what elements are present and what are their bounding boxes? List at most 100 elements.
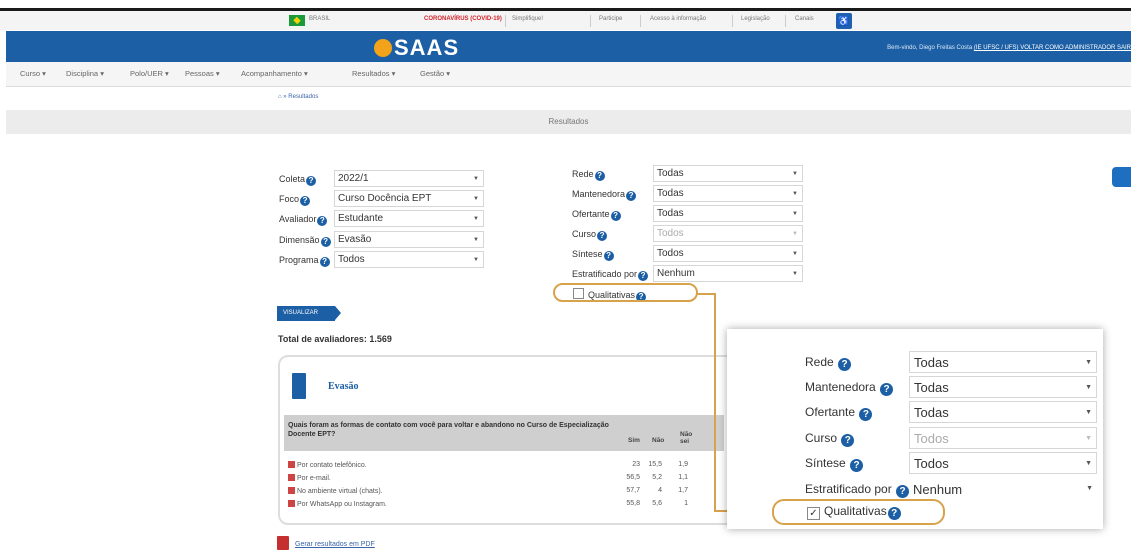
label-mantenedora: Mantenedora? <box>572 189 637 201</box>
nav-polo-uer[interactable]: Polo/UER ▾ <box>130 69 169 78</box>
select-ofertante[interactable]: Todas ▼ <box>653 205 803 222</box>
table-cell: 57,7 <box>626 487 640 494</box>
gov-link-acesso[interactable]: Acesso à informação <box>650 16 706 22</box>
accessibility-icon[interactable]: ♿ <box>836 13 852 29</box>
zoom-select-estratificado[interactable]: Nenhum ▼ <box>909 478 1097 500</box>
breadcrumb[interactable]: ⌂ » Resultados <box>278 94 318 100</box>
select-estratificado[interactable]: Nenhum ▼ <box>653 265 803 282</box>
column-header: Não sei <box>680 431 693 445</box>
site-header: SAAS Bem-vindo, Diego Freitas Costa (IE … <box>6 31 1131 62</box>
zoom-label-rede: Rede ? <box>805 355 852 371</box>
nav-pessoas[interactable]: Pessoas ▾ <box>185 69 220 78</box>
table-cell: 1 <box>684 500 688 507</box>
chevron-down-icon: ▼ <box>792 211 798 217</box>
zoom-select-rede[interactable]: Todas ▼ <box>909 351 1097 373</box>
welcome-links[interactable]: (IE UFSC / UFS) VOLTAR COMO ADMINISTRADO… <box>974 45 1131 51</box>
saas-logo[interactable]: SAAS <box>374 35 459 61</box>
highlight-callout <box>772 499 945 525</box>
connector-line <box>714 293 716 511</box>
help-icon[interactable]: ? <box>597 231 608 241</box>
table-cell: 5,6 <box>652 500 662 507</box>
gov-link-covid[interactable]: CORONAVÍRUS (COVID-19) <box>424 16 502 22</box>
select-rede[interactable]: Todas ▼ <box>653 165 803 182</box>
result-title: Evasão <box>328 381 359 392</box>
table-header: Quais foram as formas de contato com voc… <box>284 415 724 451</box>
door-icon <box>292 373 306 399</box>
label-sintese: Síntese? <box>572 249 614 261</box>
chevron-down-icon: ▼ <box>1086 485 1093 492</box>
help-icon[interactable]: ? <box>638 271 649 281</box>
page-title: Resultados <box>548 117 589 126</box>
chevron-down-icon: ▼ <box>473 257 479 263</box>
help-icon[interactable]: ? <box>306 176 317 186</box>
chevron-down-icon: ▼ <box>473 237 479 243</box>
chevron-down-icon: ▼ <box>473 176 479 182</box>
page-title-bar: Resultados <box>6 110 1131 134</box>
chevron-down-icon: ▼ <box>473 196 479 202</box>
nav-gestao[interactable]: Gestão ▾ <box>420 69 450 78</box>
zoom-select-ofertante[interactable]: Todas ▼ <box>909 401 1097 423</box>
help-icon[interactable]: ? <box>603 251 614 261</box>
help-icon[interactable]: ? <box>838 358 852 371</box>
chevron-down-icon: ▼ <box>1085 409 1092 416</box>
help-icon[interactable]: ? <box>859 408 873 421</box>
result-card: Evasão Quais foram as formas de contato … <box>278 355 738 525</box>
select-dimensao[interactable]: Evasão ▼ <box>334 231 484 248</box>
select-coleta[interactable]: 2022/1 ▼ <box>334 170 484 187</box>
select-avaliador[interactable]: Estudante ▼ <box>334 210 484 227</box>
label-curso: Curso? <box>572 229 608 241</box>
highlight-callout <box>553 283 698 302</box>
select-sintese[interactable]: Todos ▼ <box>653 245 803 262</box>
label-foco: Foco? <box>279 194 311 206</box>
pdf-link[interactable]: Gerar resultados em PDF <box>277 536 375 550</box>
visualizar-button[interactable]: VISUALIZAR <box>277 306 341 321</box>
zoom-select-mantenedora[interactable]: Todas ▼ <box>909 376 1097 398</box>
welcome-text: Bem-vindo, Diego Freitas Costa (IE UFSC … <box>887 45 1131 51</box>
select-mantenedora[interactable]: Todas ▼ <box>653 185 803 202</box>
zoom-select-curso: Todos ▼ <box>909 427 1097 449</box>
connector-line <box>697 293 715 295</box>
nav-disciplina[interactable]: Disciplina ▾ <box>66 69 104 78</box>
pdf-icon <box>277 536 289 550</box>
question-text: Quais foram as formas de contato com voc… <box>288 422 609 438</box>
table-row: Por WhatsApp ou Instagram. <box>288 500 387 508</box>
zoom-label-sintese: Síntese ? <box>805 456 864 472</box>
chevron-down-icon: ▼ <box>1085 435 1092 442</box>
help-icon[interactable]: ? <box>317 216 328 226</box>
nav-resultados[interactable]: Resultados ▾ <box>352 69 395 78</box>
help-icon[interactable]: ? <box>850 459 864 472</box>
table-cell: 15,5 <box>648 461 662 468</box>
table-cell: 23 <box>632 461 640 468</box>
chat-icon[interactable] <box>1112 167 1131 187</box>
gov-link-simplifique[interactable]: Simplifique! <box>512 16 543 22</box>
help-icon[interactable]: ? <box>319 257 330 267</box>
help-icon[interactable]: ? <box>896 485 910 498</box>
nav-acompanhamento[interactable]: Acompanhamento ▾ <box>241 69 308 78</box>
help-icon[interactable]: ? <box>841 434 855 447</box>
select-programa[interactable]: Todos ▼ <box>334 251 484 268</box>
brazil-flag-icon <box>289 15 305 26</box>
label-dimensao: Dimensão? <box>279 235 331 247</box>
column-header: Sim <box>628 437 640 444</box>
sun-logo-icon <box>374 39 392 57</box>
select-foco[interactable]: Curso Docência EPT ▼ <box>334 190 484 207</box>
table-row: Por contato telefônico. <box>288 461 367 469</box>
gov-link-canais[interactable]: Canais <box>795 16 814 22</box>
help-icon[interactable]: ? <box>880 383 894 396</box>
help-icon[interactable]: ? <box>594 171 605 181</box>
gov-link-participe[interactable]: Participe <box>599 16 622 22</box>
help-icon[interactable]: ? <box>300 196 311 206</box>
gov-brasil-link[interactable]: BRASIL <box>309 16 330 22</box>
help-icon[interactable]: ? <box>320 237 331 247</box>
chevron-down-icon: ▼ <box>792 251 798 257</box>
nav-curso[interactable]: Curso ▾ <box>20 69 46 78</box>
chevron-down-icon: ▼ <box>792 191 798 197</box>
label-programa: Programa? <box>279 255 330 267</box>
help-icon[interactable]: ? <box>610 211 621 221</box>
label-ofertante: Ofertante? <box>572 209 621 221</box>
main-nav: Curso ▾ Disciplina ▾ Polo/UER ▾ Pessoas … <box>6 62 1131 87</box>
table-cell: 1,1 <box>678 474 688 481</box>
gov-link-legislacao[interactable]: Legislação <box>741 16 770 22</box>
help-icon[interactable]: ? <box>626 191 637 201</box>
zoom-select-sintese[interactable]: Todos ▼ <box>909 452 1097 474</box>
